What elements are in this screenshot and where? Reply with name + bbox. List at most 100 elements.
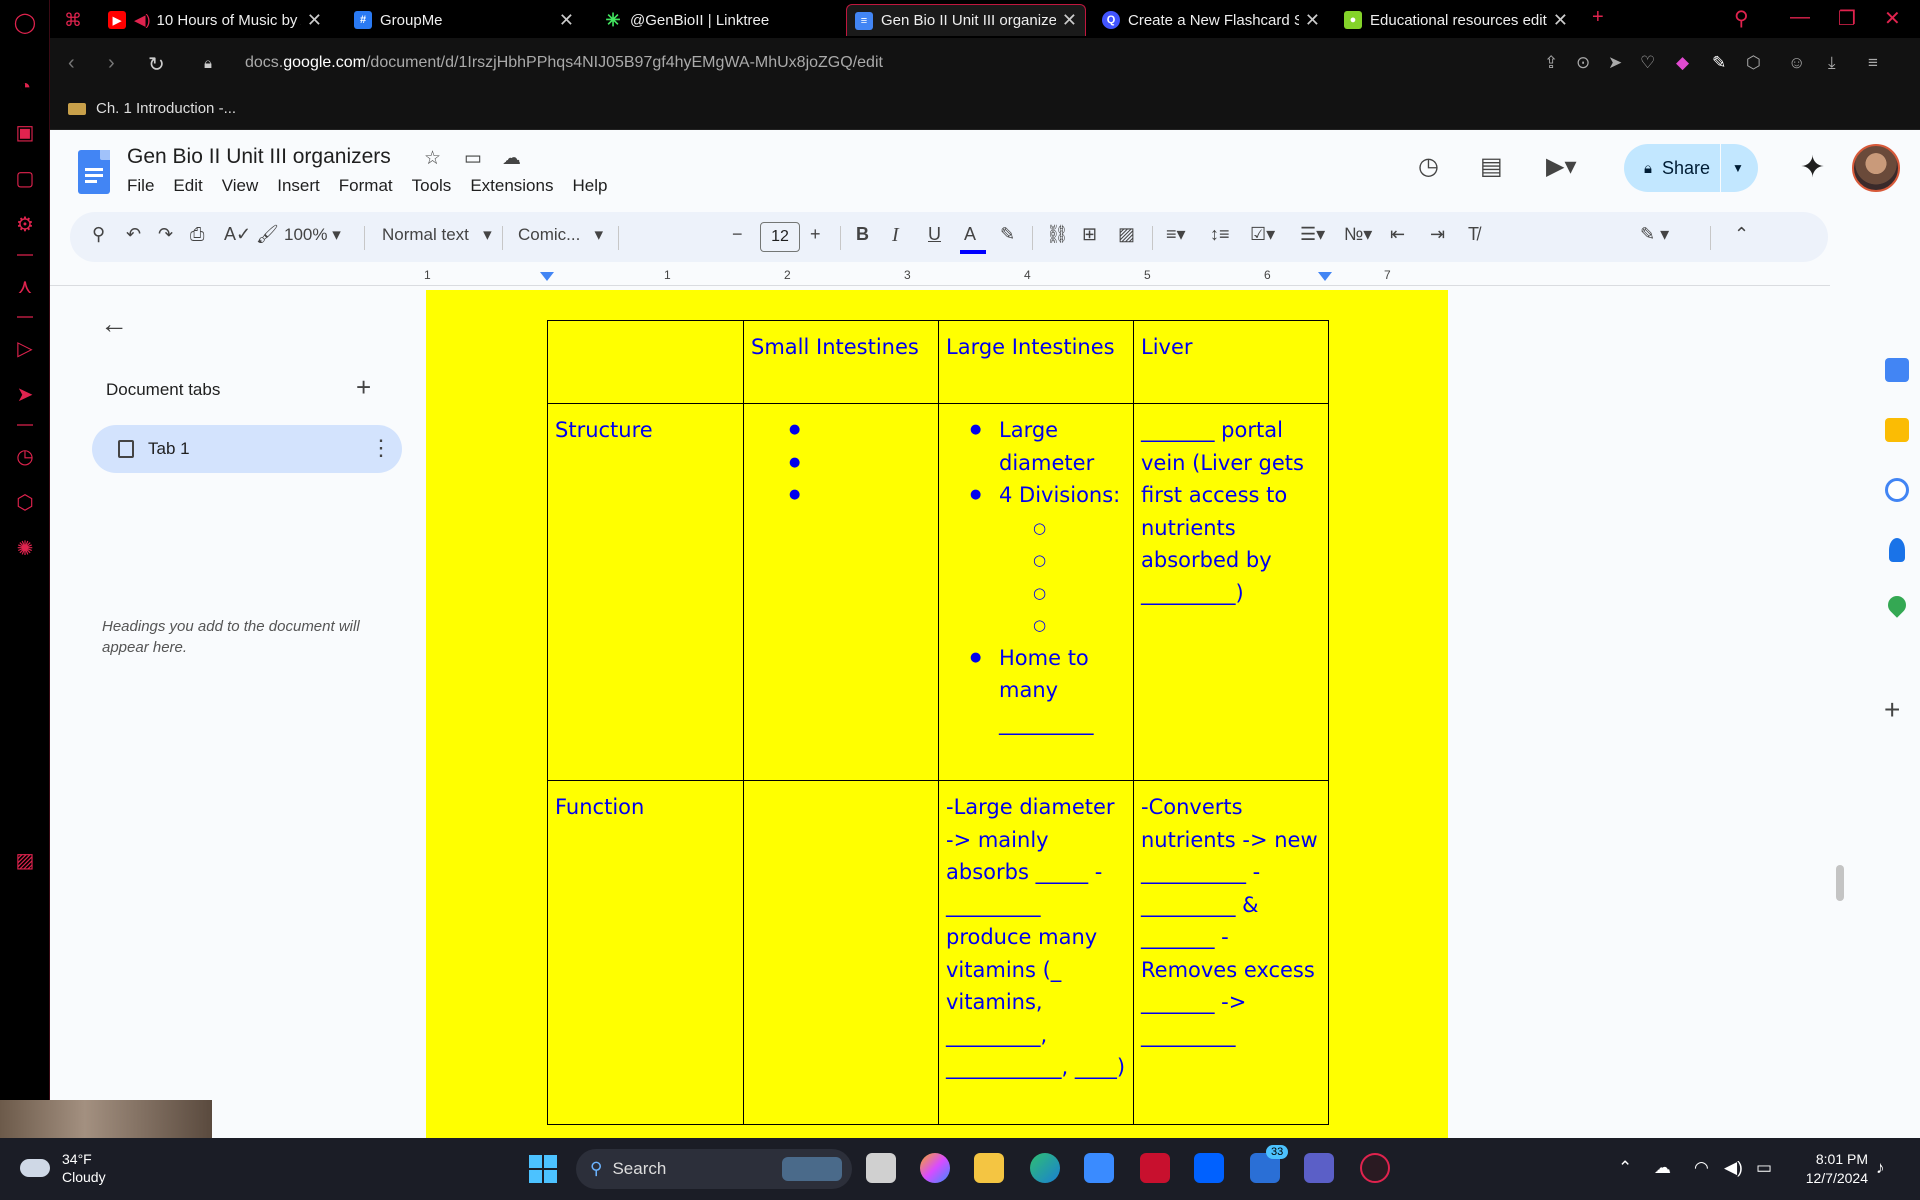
download-icon[interactable]: ⤓: [1828, 53, 1836, 73]
calendar-icon[interactable]: [1885, 358, 1909, 382]
store-icon[interactable]: [1084, 1153, 1114, 1183]
gemini-icon[interactable]: ✦: [1800, 150, 1825, 185]
forward-icon[interactable]: ›: [108, 52, 115, 75]
bookmark-ch1[interactable]: Ch. 1 Introduction -...: [68, 100, 236, 117]
font-size-input[interactable]: 12: [760, 222, 800, 252]
menu-extensions[interactable]: Extensions: [470, 176, 553, 196]
table-header-liver[interactable]: Liver: [1133, 320, 1329, 404]
structure-label[interactable]: Structure: [547, 403, 744, 781]
clock[interactable]: 8:01 PM 12/7/2024: [1796, 1150, 1868, 1188]
function-liver-cell[interactable]: -Converts nutrients -> new __________ -_…: [1133, 780, 1329, 1125]
settings-icon[interactable]: ✺: [12, 536, 38, 562]
dropbox-icon[interactable]: [1194, 1153, 1224, 1183]
star-icon[interactable]: ☆: [424, 147, 441, 170]
menu-file[interactable]: File: [127, 176, 154, 196]
tab-docs-active[interactable]: ≡ Gen Bio II Unit III organizer ✕: [846, 4, 1086, 36]
speaker-icon[interactable]: ◀): [134, 11, 151, 29]
editing-mode-icon[interactable]: ✎ ▾: [1640, 224, 1669, 245]
speed-dial-icon[interactable]: ◔: [12, 74, 38, 100]
decrease-font-size-icon[interactable]: −: [732, 224, 743, 245]
aria-icon[interactable]: ⋏: [12, 274, 38, 300]
structure-small-intestines-cell[interactable]: [743, 403, 939, 781]
restore-icon[interactable]: ❐: [1838, 6, 1856, 31]
minimize-icon[interactable]: —: [1790, 6, 1810, 29]
menu-tools[interactable]: Tools: [412, 176, 452, 196]
clear-formatting-icon[interactable]: T̸: [1468, 224, 1479, 245]
close-tab-icon[interactable]: ✕: [1553, 10, 1568, 31]
send-icon[interactable]: ➤: [1608, 53, 1622, 73]
menu-help[interactable]: Help: [572, 176, 607, 196]
spellcheck-icon[interactable]: A✓: [224, 224, 251, 245]
hide-menus-icon[interactable]: ⌃: [1734, 224, 1749, 245]
camera-icon[interactable]: ⊙: [1576, 53, 1590, 73]
keep-icon[interactable]: [1885, 418, 1909, 442]
insert-link-icon[interactable]: ⛓: [1046, 224, 1069, 245]
increase-font-size-icon[interactable]: +: [810, 224, 821, 245]
contacts-icon[interactable]: [1889, 538, 1905, 562]
right-indent-marker[interactable]: [1318, 272, 1332, 281]
weather-widget[interactable]: 34°F Cloudy: [20, 1150, 106, 1186]
print-icon[interactable]: ⎙: [190, 224, 204, 245]
checklist-icon[interactable]: ☑▾: [1250, 224, 1275, 245]
twitch-icon[interactable]: ▢: [12, 166, 38, 192]
numbered-list-icon[interactable]: №▾: [1344, 224, 1372, 245]
tab-groupme[interactable]: # GroupMe ✕: [346, 4, 582, 36]
player-icon[interactable]: ▷: [12, 336, 38, 362]
align-icon[interactable]: ≡▾: [1166, 224, 1186, 245]
share-page-icon[interactable]: ⇪: [1544, 53, 1558, 73]
table-header-small-intestines[interactable]: Small Intestines: [743, 320, 939, 404]
color-wheel-icon[interactable]: ◆: [1676, 53, 1689, 73]
add-tab-icon[interactable]: +: [356, 372, 371, 403]
document-page[interactable]: Small Intestines Large Intestines Liver …: [426, 290, 1448, 1138]
file-explorer-icon[interactable]: [974, 1153, 1004, 1183]
tasks-icon[interactable]: [1885, 478, 1909, 502]
close-tab-icon[interactable]: ✕: [1305, 10, 1320, 31]
cube-icon[interactable]: ⬡: [12, 490, 38, 516]
font-select[interactable]: Comic... ▾: [518, 225, 603, 245]
back-icon[interactable]: ‹: [68, 52, 75, 75]
style-select[interactable]: Normal text ▾: [382, 225, 492, 245]
highlight-icon[interactable]: ✎: [1000, 224, 1015, 245]
menu-icon[interactable]: ≡: [1868, 53, 1878, 73]
redo-icon[interactable]: ↷: [158, 224, 173, 245]
teams-icon[interactable]: [1304, 1153, 1334, 1183]
new-tab-icon[interactable]: +: [1592, 6, 1604, 29]
back-arrow-icon[interactable]: ←: [100, 308, 128, 340]
comments-icon[interactable]: ▤: [1480, 152, 1503, 181]
structure-liver-cell[interactable]: _______ portal vein (Liver gets first ac…: [1133, 403, 1329, 781]
wifi-icon[interactable]: ◠: [1694, 1158, 1709, 1178]
cloud-status-icon[interactable]: ☁: [502, 147, 521, 170]
table-cell[interactable]: [547, 320, 744, 404]
function-label[interactable]: Function: [547, 780, 744, 1125]
doc-tab-1[interactable]: Tab 1 ⋮: [92, 425, 402, 473]
more-options-icon[interactable]: ⋮: [370, 435, 392, 461]
share-dropdown-icon[interactable]: ▼: [1732, 161, 1744, 175]
bag-icon[interactable]: ▣: [12, 120, 38, 146]
tab-music[interactable]: ▶ ◀) 10 Hours of Music by A ✕: [100, 4, 330, 36]
gallery-icon[interactable]: ▨: [12, 848, 38, 874]
move-folder-icon[interactable]: ▭: [464, 147, 482, 170]
avatar[interactable]: [1852, 144, 1900, 192]
eyedropper-icon[interactable]: ✎: [1712, 53, 1726, 73]
zoom-select[interactable]: 100% ▾: [284, 225, 341, 245]
undo-icon[interactable]: ↶: [126, 224, 141, 245]
tab-quizlet[interactable]: Q Create a New Flashcard Set ✕: [1094, 4, 1328, 36]
copilot-icon[interactable]: [920, 1153, 950, 1183]
taskbar-search[interactable]: ⚲ Search: [576, 1149, 852, 1189]
paint-format-icon[interactable]: 🖌︎: [256, 224, 279, 245]
get-addons-icon[interactable]: +: [1884, 694, 1900, 726]
notifications-bell-icon[interactable]: ♪: [1876, 1158, 1885, 1178]
edge-icon[interactable]: [1030, 1153, 1060, 1183]
bulleted-list-icon[interactable]: ☰▾: [1300, 224, 1325, 245]
line-spacing-icon[interactable]: ↕≡: [1210, 224, 1230, 245]
maps-icon[interactable]: [1884, 592, 1910, 618]
structure-large-intestines-cell[interactable]: Large diameter 4 Divisions: Home to many…: [938, 403, 1134, 781]
add-comment-icon[interactable]: ⊞: [1082, 224, 1097, 245]
task-view-icon[interactable]: [866, 1153, 896, 1183]
send-icon[interactable]: ➤: [12, 382, 38, 408]
reload-icon[interactable]: ↻: [148, 52, 165, 77]
insert-image-icon[interactable]: ▨: [1118, 224, 1135, 245]
opera-taskbar-icon[interactable]: [1360, 1153, 1390, 1183]
docs-logo-icon[interactable]: [78, 150, 110, 194]
gamepad-icon[interactable]: ⌘: [56, 4, 96, 36]
